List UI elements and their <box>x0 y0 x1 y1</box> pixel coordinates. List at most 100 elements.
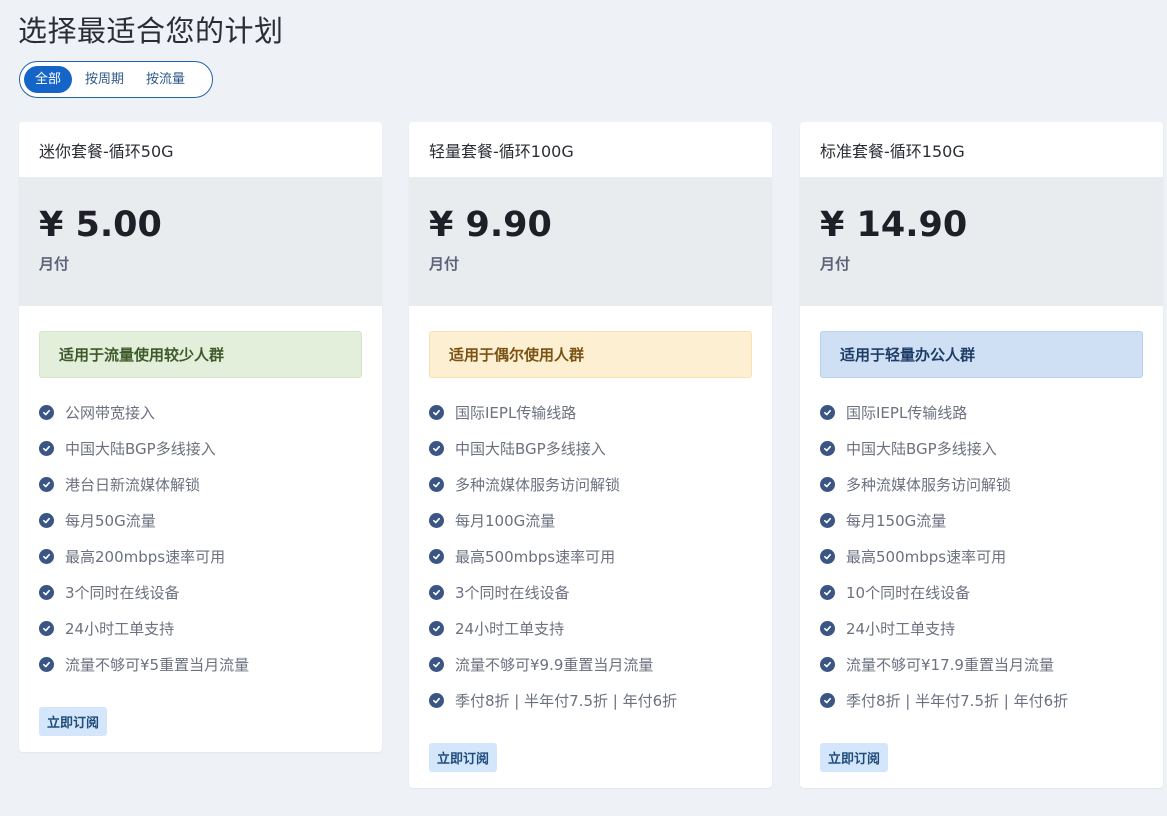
feature-item: 每月150G流量 <box>820 502 1143 538</box>
feature-text: 中国大陆BGP多线接入 <box>65 439 216 458</box>
plan-price: ¥ 14.90 <box>820 205 968 245</box>
feature-text: 3个同时在线设备 <box>455 583 570 602</box>
feature-item: 中国大陆BGP多线接入 <box>429 430 752 466</box>
feature-text: 季付8折 | 半年付7.5折 | 年付6折 <box>846 691 1069 710</box>
check-circle-icon <box>429 548 444 564</box>
feature-item: 最高500mbps速率可用 <box>820 538 1143 574</box>
feature-text: 中国大陆BGP多线接入 <box>846 439 997 458</box>
feature-item: 10个同时在线设备 <box>820 574 1143 610</box>
feature-item: 季付8折 | 半年付7.5折 | 年付6折 <box>820 682 1143 718</box>
feature-text: 流量不够可¥5重置当月流量 <box>65 655 250 674</box>
feature-item: 国际IEPL传输线路 <box>820 394 1143 430</box>
check-circle-icon <box>429 692 444 708</box>
check-circle-icon <box>39 476 54 492</box>
feature-text: 流量不够可¥17.9重置当月流量 <box>846 655 1054 674</box>
check-circle-icon <box>820 512 835 528</box>
feature-text: 国际IEPL传输线路 <box>455 403 577 422</box>
audience-badge: 适用于轻量办公人群 <box>820 331 1143 378</box>
check-circle-icon <box>39 548 54 564</box>
audience-badge: 适用于偶尔使用人群 <box>429 331 752 378</box>
check-circle-icon <box>820 692 835 708</box>
feature-item: 最高500mbps速率可用 <box>429 538 752 574</box>
check-circle-icon <box>820 548 835 564</box>
plan-price: ¥ 9.90 <box>429 205 552 245</box>
feature-text: 中国大陆BGP多线接入 <box>455 439 606 458</box>
feature-text: 10个同时在线设备 <box>846 583 971 602</box>
plan-name: 轻量套餐-循环100G <box>429 141 574 161</box>
feature-item: 公网带宽接入 <box>39 394 362 430</box>
feature-text: 季付8折 | 半年付7.5折 | 年付6折 <box>455 691 678 710</box>
feature-item: 中国大陆BGP多线接入 <box>39 430 362 466</box>
check-circle-icon <box>429 584 444 600</box>
feature-item: 3个同时在线设备 <box>39 574 362 610</box>
subscribe-button[interactable]: 立即订阅 <box>429 743 498 772</box>
plan-filter-group: 全部 按周期 按流量 <box>19 61 213 98</box>
check-circle-icon <box>820 440 835 456</box>
feature-text: 3个同时在线设备 <box>65 583 180 602</box>
feature-item: 每月50G流量 <box>39 502 362 538</box>
check-circle-icon <box>39 404 54 420</box>
price-block: ¥ 5.00 月付 <box>19 177 382 306</box>
feature-item: 多种流媒体服务访问解锁 <box>429 466 752 502</box>
check-circle-icon <box>820 404 835 420</box>
feature-text: 国际IEPL传输线路 <box>846 403 968 422</box>
feature-item: 流量不够可¥9.9重置当月流量 <box>429 646 752 682</box>
feature-list: 国际IEPL传输线路中国大陆BGP多线接入多种流媒体服务访问解锁每月100G流量… <box>429 394 752 718</box>
feature-item: 每月100G流量 <box>429 502 752 538</box>
feature-item: 3个同时在线设备 <box>429 574 752 610</box>
billing-period: 月付 <box>820 255 851 274</box>
check-circle-icon <box>820 620 835 636</box>
feature-item: 24小时工单支持 <box>820 610 1143 646</box>
feature-item: 国际IEPL传输线路 <box>429 394 752 430</box>
price-block: ¥ 14.90 月付 <box>800 177 1163 306</box>
check-circle-icon <box>39 512 54 528</box>
feature-text: 每月50G流量 <box>65 511 156 530</box>
feature-text: 最高500mbps速率可用 <box>455 547 616 566</box>
check-circle-icon <box>39 440 54 456</box>
feature-item: 季付8折 | 半年付7.5折 | 年付6折 <box>429 682 752 718</box>
feature-item: 港台日新流媒体解锁 <box>39 466 362 502</box>
check-circle-icon <box>820 584 835 600</box>
filter-all-button[interactable]: 全部 <box>24 66 73 93</box>
plan-card-standard: 标准套餐-循环150G ¥ 14.90 月付 适用于轻量办公人群 国际IEPL传… <box>800 122 1163 788</box>
plan-card-light: 轻量套餐-循环100G ¥ 9.90 月付 适用于偶尔使用人群 国际IEPL传输… <box>409 122 772 788</box>
plan-card-mini: 迷你套餐-循环50G ¥ 5.00 月付 适用于流量使用较少人群 公网带宽接入中… <box>19 122 382 752</box>
feature-text: 最高500mbps速率可用 <box>846 547 1007 566</box>
subscribe-button[interactable]: 立即订阅 <box>820 743 889 772</box>
check-circle-icon <box>820 476 835 492</box>
check-circle-icon <box>429 620 444 636</box>
feature-item: 24小时工单支持 <box>429 610 752 646</box>
filter-by-traffic-button[interactable]: 按流量 <box>135 66 196 93</box>
feature-text: 每月100G流量 <box>455 511 556 530</box>
check-circle-icon <box>429 404 444 420</box>
feature-item: 流量不够可¥17.9重置当月流量 <box>820 646 1143 682</box>
check-circle-icon <box>39 656 54 672</box>
feature-text: 24小时工单支持 <box>65 619 175 638</box>
check-circle-icon <box>429 512 444 528</box>
feature-text: 港台日新流媒体解锁 <box>65 475 201 494</box>
feature-text: 24小时工单支持 <box>846 619 956 638</box>
subscribe-button[interactable]: 立即订阅 <box>39 707 108 736</box>
audience-badge: 适用于流量使用较少人群 <box>39 331 362 378</box>
feature-text: 多种流媒体服务访问解锁 <box>846 475 1012 494</box>
billing-period: 月付 <box>429 255 460 274</box>
feature-list: 公网带宽接入中国大陆BGP多线接入 港台日新流媒体解锁 每月50G流量最高200mb… <box>39 394 362 682</box>
price-block: ¥ 9.90 月付 <box>409 177 772 306</box>
page-title: 选择最适合您的计划 <box>18 14 284 48</box>
feature-text: 流量不够可¥9.9重置当月流量 <box>455 655 654 674</box>
plan-name: 迷你套餐-循环50G <box>39 141 174 161</box>
feature-text: 最高200mbps速率可用 <box>65 547 226 566</box>
feature-text: 24小时工单支持 <box>455 619 565 638</box>
feature-text: 每月150G流量 <box>846 511 947 530</box>
check-circle-icon <box>429 656 444 672</box>
plan-price: ¥ 5.00 <box>39 205 162 245</box>
filter-by-period-button[interactable]: 按周期 <box>74 66 135 93</box>
feature-item: 24小时工单支持 <box>39 610 362 646</box>
feature-text: 公网带宽接入 <box>65 403 156 422</box>
billing-period: 月付 <box>39 255 70 274</box>
check-circle-icon <box>39 620 54 636</box>
feature-item: 流量不够可¥5重置当月流量 <box>39 646 362 682</box>
feature-item: 最高200mbps速率可用 <box>39 538 362 574</box>
check-circle-icon <box>429 440 444 456</box>
check-circle-icon <box>820 656 835 672</box>
